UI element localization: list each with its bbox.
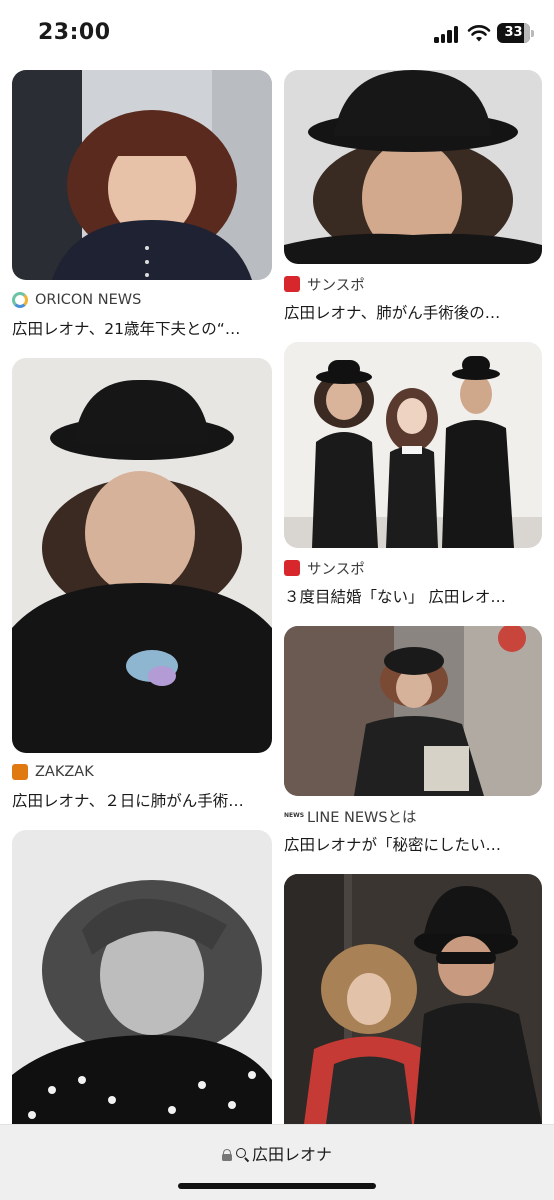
result-card[interactable] <box>284 874 542 1124</box>
result-card[interactable]: サンスポ 広田レオナ、肺がん手術後の… <box>284 70 542 325</box>
result-card[interactable] <box>12 830 272 1124</box>
result-card[interactable]: ORICON NEWS 広田レオナ、21歳年下夫との“… <box>12 70 272 340</box>
result-title[interactable]: 広田レオナが「秘密にしたい… <box>284 833 542 855</box>
cellular-signal-icon <box>434 25 460 43</box>
result-thumbnail[interactable] <box>284 342 542 548</box>
result-source: NEWS LINE NEWSとは <box>284 806 417 826</box>
result-thumbnail[interactable] <box>12 70 272 280</box>
result-source-name: LINE NEWSとは <box>307 809 417 826</box>
search-icon <box>235 1148 249 1161</box>
result-title[interactable]: ３度目結婚「ない」 広田レオ… <box>284 585 542 607</box>
result-thumbnail[interactable] <box>284 70 542 264</box>
lock-icon <box>221 1149 232 1161</box>
result-card[interactable]: サンスポ ３度目結婚「ない」 広田レオ… <box>284 342 542 610</box>
result-source-name: ORICON NEWS <box>35 292 142 308</box>
result-thumbnail[interactable] <box>284 626 542 796</box>
result-thumbnail[interactable] <box>12 358 272 753</box>
line-news-logo-icon: NEWS <box>284 812 305 819</box>
result-source-name: サンスポ <box>307 561 365 578</box>
address-bar[interactable]: 広田レオナ <box>0 1141 554 1165</box>
result-source-name: ZAKZAK <box>35 764 94 780</box>
result-thumbnail[interactable] <box>12 830 272 1124</box>
result-card[interactable]: ZAKZAK 広田レオナ、２日に肺がん手術… <box>12 358 272 813</box>
wifi-icon <box>467 23 491 43</box>
result-source: ZAKZAK <box>12 762 94 782</box>
home-indicator[interactable] <box>178 1183 376 1189</box>
oricon-logo-icon <box>12 292 28 308</box>
status-bar: 23:00 33 <box>0 0 554 62</box>
result-title[interactable]: 広田レオナ、肺がん手術後の… <box>284 301 542 323</box>
result-source: ORICON NEWS <box>12 290 141 310</box>
battery-icon: 33 <box>497 23 535 43</box>
zakzak-logo-icon <box>12 764 28 780</box>
sanspo-logo-icon <box>284 560 300 576</box>
browser-bottom-bar: 広田レオナ <box>0 1124 554 1200</box>
result-source-name: サンスポ <box>307 277 365 294</box>
result-title[interactable]: 広田レオナ、21歳年下夫との“… <box>12 317 272 339</box>
result-title[interactable]: 広田レオナ、２日に肺がん手術… <box>12 789 272 811</box>
result-source: サンスポ <box>284 558 365 578</box>
battery-level: 33 <box>504 25 523 40</box>
result-thumbnail[interactable] <box>284 874 542 1124</box>
result-card[interactable]: NEWS LINE NEWSとは 広田レオナが「秘密にしたい… <box>284 626 542 858</box>
status-time: 23:00 <box>38 20 111 45</box>
address-query[interactable]: 広田レオナ <box>252 1145 332 1164</box>
sanspo-logo-icon <box>284 276 300 292</box>
result-source: サンスポ <box>284 274 365 294</box>
